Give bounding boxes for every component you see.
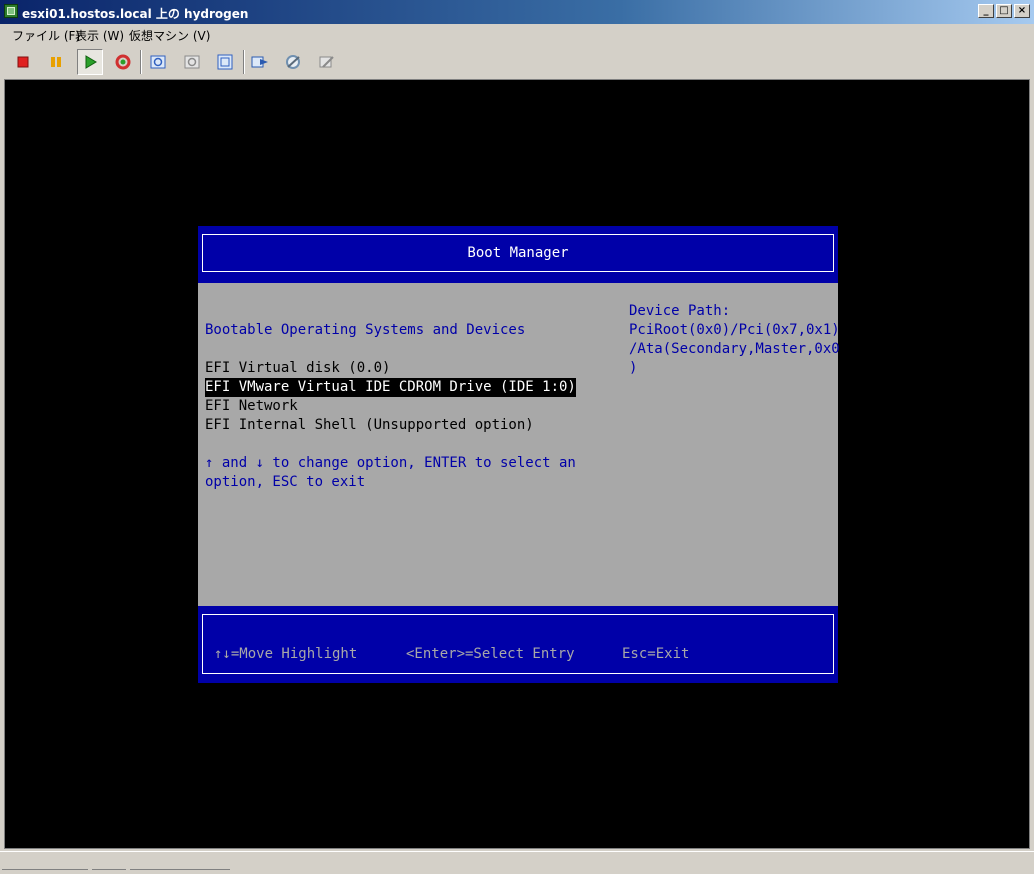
device-path-line-2: /Ata(Secondary,Master,0x0 — [629, 341, 840, 357]
menu-vm[interactable]: 仮想マシン (V) — [129, 27, 210, 44]
suspend-button[interactable] — [43, 49, 69, 75]
boot-manager-window: Boot Manager Bootable Operating Systems … — [198, 226, 840, 683]
settings-icon — [286, 55, 300, 69]
settings-button[interactable] — [281, 49, 307, 75]
power-off-button[interactable] — [10, 49, 36, 75]
footer-move-hint: ↑↓=Move Highlight — [214, 646, 358, 662]
menu-view[interactable]: 表示 (W) — [75, 27, 124, 44]
console-options-icon — [319, 56, 334, 68]
section-heading: Bootable Operating Systems and Devices — [205, 322, 526, 338]
device-path-line-1: PciRoot(0x0)/Pci(0x7,0x1) — [629, 322, 840, 338]
boot-manager-header: Boot Manager — [202, 234, 834, 272]
boot-option-network[interactable]: EFI Network — [205, 397, 298, 416]
boot-manager-footer: ↑↓=Move Highlight <Enter>=Select Entry E… — [202, 614, 834, 674]
minimize-button[interactable]: _ — [978, 4, 994, 18]
device-path-line-3: ) — [629, 360, 638, 376]
power-off-icon — [17, 56, 29, 68]
status-pane — [130, 869, 230, 874]
snapshot-manager-icon — [217, 54, 233, 70]
close-button[interactable]: × — [1014, 4, 1030, 18]
boot-option-cdrom[interactable]: EFI VMware Virtual IDE CDROM Drive (IDE … — [205, 378, 576, 397]
window-title-bar[interactable]: esxi01.hostos.local 上の hydrogen _ □ × — [0, 0, 1034, 24]
status-pane — [92, 869, 126, 874]
connect-devices-icon — [251, 56, 268, 68]
power-on-button[interactable] — [77, 49, 103, 75]
menu-file[interactable]: ファイル (F) — [12, 27, 80, 44]
footer-select-hint: <Enter>=Select Entry — [406, 646, 575, 662]
boot-manager-body: Bootable Operating Systems and Devices E… — [198, 283, 840, 606]
connect-devices-button[interactable] — [247, 49, 273, 75]
suspend-icon — [51, 57, 61, 67]
window-controls: _ □ × — [978, 4, 1030, 18]
menu-bar: ファイル (F) 表示 (W) 仮想マシン (V) — [0, 24, 1034, 44]
help-text-line-1: ↑ and ↓ to change option, ENTER to selec… — [205, 455, 576, 471]
status-bar — [0, 851, 1034, 874]
footer-exit-hint: Esc=Exit — [622, 646, 690, 662]
boot-manager-title: Boot Manager — [467, 245, 569, 261]
status-pane — [2, 869, 88, 874]
vm-console-app-icon — [4, 4, 18, 18]
console-options-button[interactable] — [314, 49, 340, 75]
maximize-button[interactable]: □ — [996, 4, 1012, 18]
boot-option-internal-shell[interactable]: EFI Internal Shell (Unsupported option) — [205, 416, 534, 435]
snapshot-button[interactable] — [145, 49, 171, 75]
window-title: esxi01.hostos.local 上の hydrogen — [22, 7, 249, 21]
snapshot-icon — [150, 55, 166, 69]
reset-button[interactable] — [110, 49, 136, 75]
help-text-line-2: option, ESC to exit — [205, 474, 366, 490]
vm-console-screen[interactable]: Boot Manager Bootable Operating Systems … — [4, 79, 1030, 849]
device-path-label: Device Path: — [629, 303, 731, 319]
boot-option-virtual-disk[interactable]: EFI Virtual disk (0.0) — [205, 359, 390, 378]
revert-snapshot-icon — [184, 55, 200, 69]
revert-snapshot-button[interactable] — [179, 49, 205, 75]
reset-icon — [115, 54, 131, 70]
toolbar — [0, 46, 1034, 78]
snapshot-manager-button[interactable] — [212, 49, 238, 75]
power-on-icon — [85, 55, 97, 69]
